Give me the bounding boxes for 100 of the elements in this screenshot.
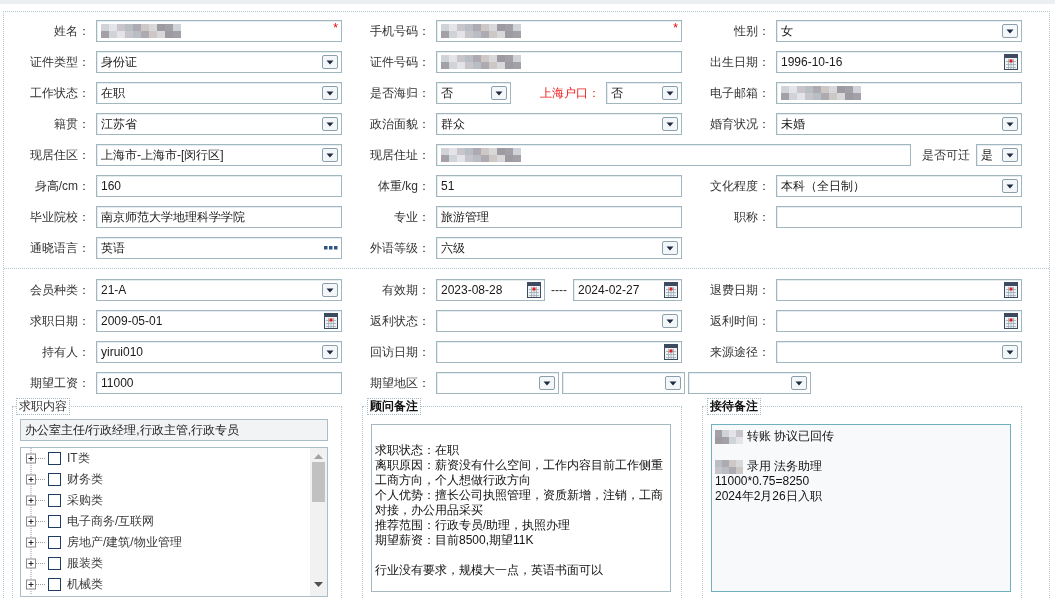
field-label: 文化程度： (709, 177, 770, 195)
field-label: 电子邮箱： (709, 84, 770, 102)
lookup-field[interactable]: 英语 (96, 237, 342, 259)
dropdown-field[interactable]: 女 (776, 20, 1022, 42)
notes-textarea[interactable]: 求职状态：在职 离职原因：薪资没有什么空间，工作内容目前工作侧重工商方向，个人想做行政方向 个人优势：擅长公司执照管理，资质新增，注销，工商对接，办公用品采买 推荐范围：行政专员/助理，执照办理 期望薪资：目前8500,期望11K 行业没有要求，规模大一点，英语书面可以 (371, 424, 671, 592)
field-label: 毕业院校： (29, 208, 90, 226)
date-field[interactable] (776, 279, 1022, 301)
field-label: 现居住区： (29, 146, 90, 164)
dropdown-field[interactable]: 在职 (96, 82, 342, 104)
dropdown-field[interactable]: yirui010 (96, 341, 342, 363)
caret-down-icon (662, 241, 678, 255)
field-label: 回访日期： (369, 343, 430, 361)
tree-item-label[interactable]: 机械类 (67, 576, 103, 593)
dropdown-field[interactable]: 上海市-上海市-[闵行区] (96, 144, 342, 166)
calendar-icon (1004, 54, 1018, 70)
scrollbar[interactable] (310, 448, 327, 596)
field-label: 通晓语言： (29, 239, 90, 257)
dropdown-field[interactable]: 否 (606, 82, 682, 104)
date-field[interactable]: 1996-10-16 (776, 51, 1022, 73)
text-field[interactable]: 南京师范大学地理科学学院 (96, 206, 342, 228)
checkbox[interactable] (48, 473, 61, 486)
dropdown-field[interactable]: 群众 (436, 113, 682, 135)
tree-item-label[interactable]: 服装类 (67, 555, 103, 572)
dropdown-field[interactable]: 否 (436, 82, 511, 104)
caret-down-icon (1002, 345, 1018, 359)
tree-item-label[interactable]: IT类 (67, 450, 90, 467)
text-field[interactable] (436, 144, 911, 166)
dropdown-field[interactable]: 六级 (436, 237, 682, 259)
text-field[interactable]: 11000 (96, 372, 342, 394)
caret-down-icon (665, 376, 681, 390)
field-label: 姓名： (53, 22, 90, 40)
checkbox[interactable] (48, 578, 61, 591)
date-field[interactable] (436, 341, 682, 363)
group-box-title: 接待备注 (707, 398, 761, 415)
tree-item-label[interactable]: 采购类 (67, 492, 103, 509)
checkbox[interactable] (48, 452, 61, 465)
field-label: 身高/cm： (33, 177, 90, 195)
scroll-down-icon[interactable] (314, 582, 323, 587)
dropdown-field[interactable] (688, 372, 811, 394)
field-label: 期望地区： (369, 374, 430, 392)
dropdown-field[interactable]: 本科（全日制） (776, 175, 1022, 197)
calendar-icon (527, 282, 541, 298)
dropdown-field[interactable] (776, 341, 1022, 363)
notes-textarea[interactable]: 转账 协议已回传 录用 法务助理 11000*0.75=8250 2024年2月26日入职 (711, 424, 1011, 592)
tree-item-label[interactable]: 电子商务/互联网 (67, 513, 155, 530)
checkbox[interactable] (48, 557, 61, 570)
dropdown-field[interactable] (436, 372, 559, 394)
field-label: 证件类型： (29, 53, 90, 71)
field-label: 是否海归： (369, 84, 430, 102)
caret-down-icon (539, 376, 555, 390)
field-label: 证件号码： (369, 53, 430, 71)
checkbox[interactable] (48, 494, 61, 507)
calendar-icon (1004, 282, 1018, 298)
dropdown-field[interactable]: 未婚 (776, 113, 1022, 135)
field-label: 职称： (733, 208, 770, 226)
text-field[interactable]: 160 (96, 175, 342, 197)
date-field[interactable]: 2024-02-27 (573, 279, 682, 301)
tree-item-label[interactable]: 财务类 (67, 471, 103, 488)
group-box-title: 求职内容 (16, 398, 70, 415)
text-field[interactable]: 旅游管理 (436, 206, 682, 228)
field-label: 返利状态： (369, 312, 430, 330)
text-field[interactable]: 51 (436, 175, 682, 197)
text-field[interactable]: * (96, 20, 342, 42)
dropdown-field[interactable]: 21-A (96, 279, 342, 301)
field-label: 专业： (393, 208, 430, 226)
field-label: 有效期： (381, 281, 430, 299)
field-label: 来源途径： (709, 343, 770, 361)
caret-down-icon (1002, 24, 1018, 38)
dropdown-field[interactable]: 是 (976, 144, 1022, 166)
dropdown-field[interactable] (562, 372, 685, 394)
checkbox[interactable] (48, 536, 61, 549)
caret-down-icon (322, 86, 338, 100)
field-label: 手机号码： (369, 22, 430, 40)
text-field[interactable]: * (436, 20, 682, 42)
scrollbar-thumb[interactable] (312, 462, 325, 502)
text-field[interactable] (436, 51, 682, 73)
tree-item-label[interactable]: 房地产/建筑/物业管理 (67, 534, 182, 551)
field-label: 持有人： (41, 343, 90, 361)
calendar-icon (1004, 313, 1018, 329)
text-field[interactable] (776, 206, 1022, 228)
text-field[interactable] (776, 82, 1022, 104)
dropdown-field[interactable]: 江苏省 (96, 113, 342, 135)
scroll-up-icon[interactable] (314, 454, 323, 459)
caret-down-icon (662, 117, 678, 131)
dropdown-field[interactable] (436, 310, 682, 332)
field-label: 籍贯： (53, 115, 90, 133)
calendar-icon (664, 282, 678, 298)
date-field[interactable] (776, 310, 1022, 332)
date-field[interactable]: 2023-08-28 (436, 279, 545, 301)
date-field[interactable]: 2009-05-01 (96, 310, 342, 332)
readonly-field[interactable]: 办公室主任/行政经理,行政主管,行政专员 (20, 419, 328, 441)
field-label: 工作状态： (29, 84, 90, 102)
dropdown-field[interactable]: 身份证 (96, 51, 342, 73)
caret-down-icon (1002, 179, 1018, 193)
checkbox[interactable] (48, 515, 61, 528)
field-label: 期望工资： (29, 374, 90, 392)
calendar-icon (664, 344, 678, 360)
caret-down-icon (1002, 117, 1018, 131)
field-label: 会员种类： (29, 281, 90, 299)
field-label: 现居住址： (369, 146, 430, 164)
